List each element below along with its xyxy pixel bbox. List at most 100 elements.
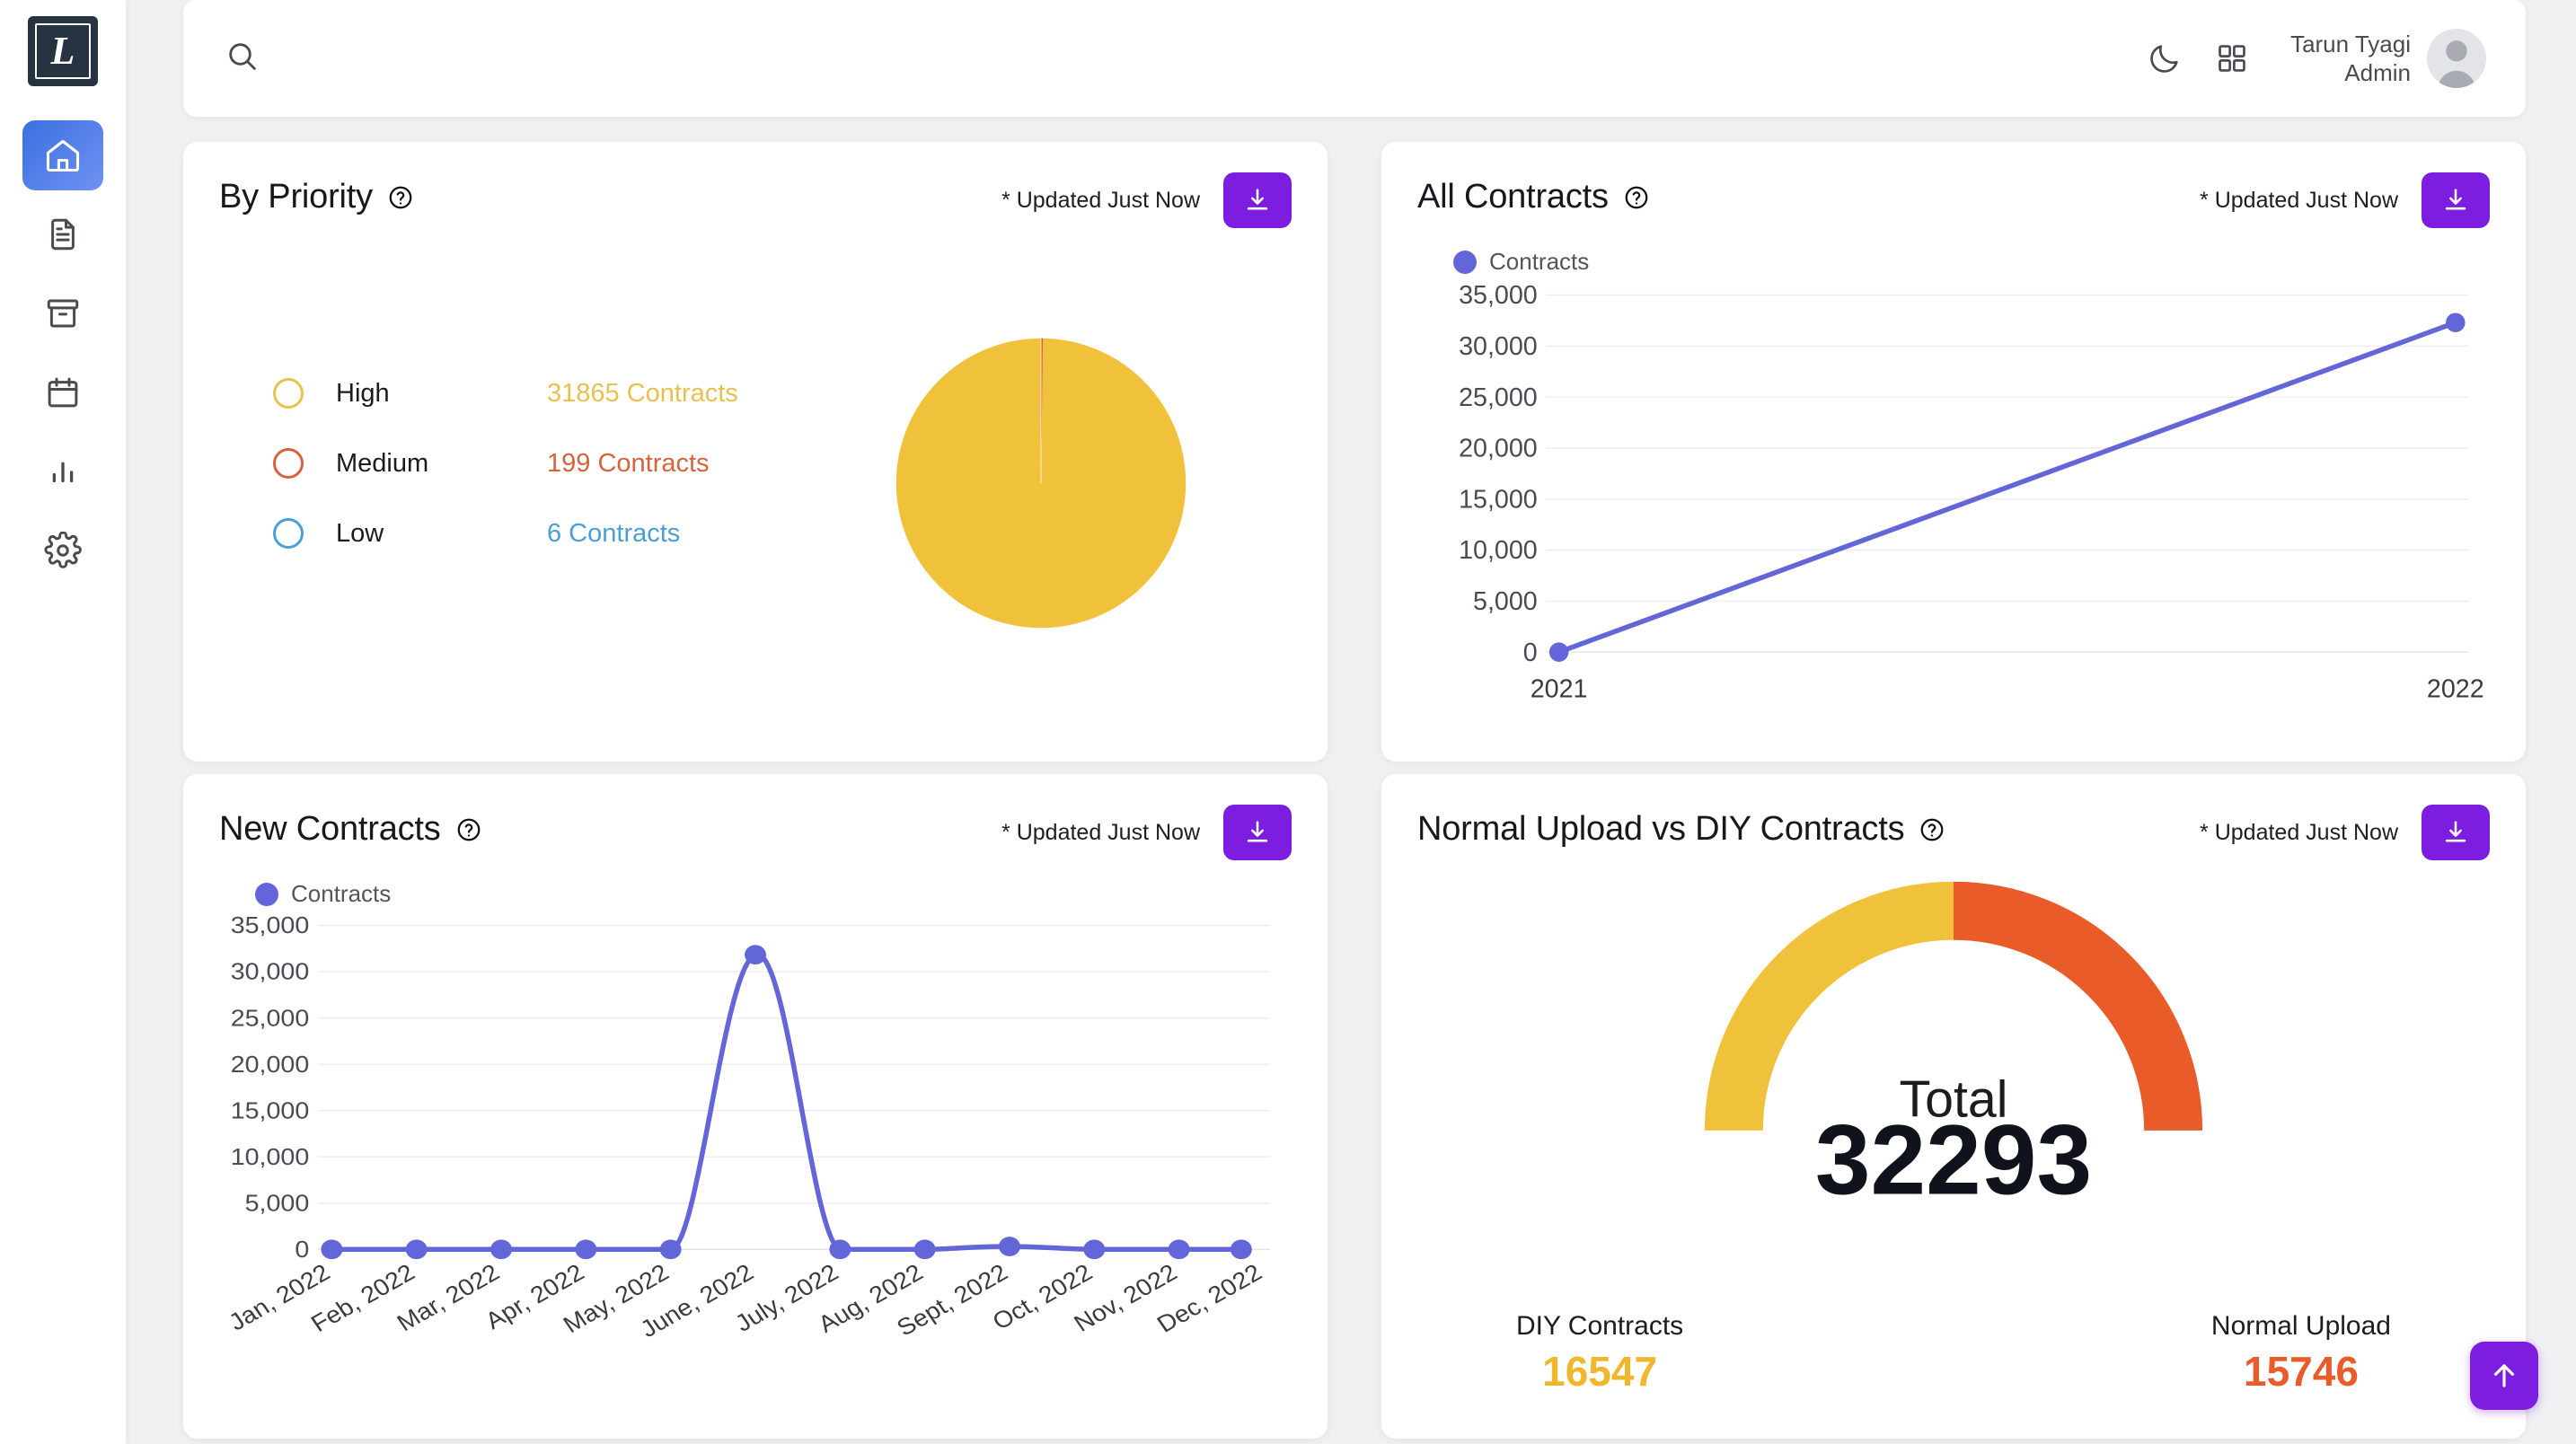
download-button[interactable] <box>2422 172 2490 228</box>
card-header: Normal Upload vs DIY Contracts * Updated… <box>1417 805 2490 860</box>
chart-legend[interactable]: Contracts <box>255 880 1292 908</box>
page-title-all-contracts: All Contracts <box>1417 178 1609 216</box>
data-series-contracts <box>321 945 1252 1260</box>
svg-text:15,000: 15,000 <box>231 1097 310 1124</box>
legend-ring-medium <box>273 448 304 479</box>
download-icon <box>2445 189 2466 210</box>
all-contracts-chart[interactable]: 35,000 30,000 25,000 20,000 15,000 10,00… <box>1417 276 2490 738</box>
download-button[interactable] <box>1223 172 1292 228</box>
svg-text:30,000: 30,000 <box>231 958 310 985</box>
card-title-wrap: All Contracts <box>1417 172 1650 216</box>
chart-legend[interactable]: Contracts <box>1453 248 2490 276</box>
card-header: By Priority * Updated Just Now <box>219 172 1292 228</box>
main-content: Tarun Tyagi Admin By Priority * Updated … <box>126 0 2576 1444</box>
bar-chart-icon <box>44 453 82 490</box>
sidebar-item-home[interactable] <box>22 120 103 190</box>
svg-text:35,000: 35,000 <box>1459 281 1538 310</box>
pie-chart-svg <box>895 338 1187 629</box>
download-icon <box>1247 189 1268 210</box>
updated-status: * Updated Just Now <box>2200 819 2398 845</box>
svg-text:20,000: 20,000 <box>231 1051 310 1078</box>
legend-label: Low <box>336 518 384 548</box>
download-icon <box>2445 821 2466 842</box>
card-title-wrap: By Priority <box>219 172 414 216</box>
gauge-stat-value: 15746 <box>2243 1348 2359 1395</box>
help-circle-icon[interactable] <box>1919 816 1945 843</box>
svg-text:20,000: 20,000 <box>1459 435 1538 463</box>
download-icon <box>1247 821 1268 842</box>
grid-icon[interactable] <box>2215 41 2249 75</box>
sidebar-item-calendar[interactable] <box>22 357 103 427</box>
card-header: New Contracts * Updated Just Now <box>219 805 1292 860</box>
scroll-to-top-button[interactable] <box>2470 1342 2538 1410</box>
gauge-stat-diy: DIY Contracts 16547 <box>1516 1311 1683 1396</box>
sidebar-item-settings[interactable] <box>22 515 103 586</box>
svg-text:2021: 2021 <box>1531 674 1588 703</box>
svg-text:0: 0 <box>1523 638 1538 667</box>
svg-text:10,000: 10,000 <box>1459 536 1538 565</box>
archive-icon <box>44 295 82 332</box>
card-new-contracts: New Contracts * Updated Just Now Contrac… <box>183 774 1328 1439</box>
search-input[interactable] <box>277 44 2148 73</box>
gauge-stat-label: DIY Contracts <box>1516 1311 1684 1341</box>
legend-dot-contracts <box>1453 250 1477 274</box>
x-axis-labels: Jan, 2022 Feb, 2022 Mar, 2022 Apr, 2022 … <box>224 1259 1266 1343</box>
gauge-body: Total 32293 DIY Contracts 16547 Normal U… <box>1417 860 2490 1415</box>
page-title-new-contracts: New Contracts <box>219 810 441 848</box>
help-circle-icon[interactable] <box>387 184 414 211</box>
svg-text:25,000: 25,000 <box>231 1005 310 1032</box>
data-point <box>575 1239 597 1260</box>
svg-text:10,000: 10,000 <box>231 1143 310 1170</box>
legend-label: High <box>336 378 390 408</box>
svg-text:15,000: 15,000 <box>1459 485 1538 514</box>
list-item[interactable]: Medium 199 Contracts <box>273 448 848 479</box>
data-point <box>490 1239 512 1260</box>
card-header-actions: * Updated Just Now <box>1001 172 1292 228</box>
app-logo-letter: L <box>35 23 91 79</box>
arrow-up-icon <box>2493 1364 2515 1387</box>
updated-status: * Updated Just Now <box>1001 819 1200 845</box>
gauge-stat-label: Normal Upload <box>2210 1311 2391 1341</box>
user-menu[interactable]: Tarun Tyagi Admin <box>2290 29 2486 88</box>
search-icon[interactable] <box>225 39 260 79</box>
help-circle-icon[interactable] <box>455 816 482 843</box>
data-point <box>829 1239 851 1260</box>
sidebar-item-analytics[interactable] <box>22 436 103 506</box>
list-item[interactable]: Low 6 Contracts <box>273 518 848 549</box>
card-normal-vs-diy: Normal Upload vs DIY Contracts * Updated… <box>1381 774 2526 1439</box>
data-point <box>999 1237 1020 1256</box>
data-point <box>913 1239 936 1260</box>
x-axis-labels: 2021 2022 <box>1531 674 2484 703</box>
data-point <box>745 945 766 965</box>
avatar-icon <box>2437 40 2476 88</box>
all-contracts-chart-svg: 35,000 30,000 25,000 20,000 15,000 10,00… <box>1459 281 2484 703</box>
legend-value: 199 Contracts <box>547 448 710 478</box>
updated-status: * Updated Just Now <box>2200 187 2398 213</box>
data-point <box>1548 642 1569 662</box>
updated-status: * Updated Just Now <box>1001 187 1200 213</box>
user-name: Tarun Tyagi <box>2290 30 2411 57</box>
search-container <box>225 39 2148 79</box>
gauge-chart-svg: Total 32293 <box>1704 881 2203 1216</box>
card-header: All Contracts * Updated Just Now <box>1417 172 2490 228</box>
dashboard-grid: By Priority * Updated Just Now High 3186… <box>126 117 2576 1444</box>
svg-text:5,000: 5,000 <box>1473 587 1538 616</box>
gridlines <box>1546 294 2469 653</box>
sidebar-item-documents[interactable] <box>22 199 103 269</box>
card-title-wrap: New Contracts <box>219 805 482 849</box>
list-item[interactable]: High 31865 Contracts <box>273 378 848 409</box>
app-logo[interactable]: L <box>28 16 98 86</box>
topbar-actions: Tarun Tyagi Admin <box>2147 29 2486 88</box>
moon-icon[interactable] <box>2147 40 2183 76</box>
help-circle-icon[interactable] <box>1623 184 1650 211</box>
legend-label: Contracts <box>291 880 392 907</box>
gauge-chart[interactable]: Total 32293 <box>1417 860 2490 1311</box>
gauge-footer: DIY Contracts 16547 Normal Upload 15746 <box>1417 1311 2490 1415</box>
calendar-icon <box>44 374 82 411</box>
avatar[interactable] <box>2427 29 2486 88</box>
new-contracts-chart[interactable]: 35,000 30,000 25,000 20,000 15,000 10,00… <box>219 908 1292 1415</box>
download-button[interactable] <box>2422 805 2490 860</box>
sidebar-item-archive[interactable] <box>22 278 103 348</box>
pie-chart[interactable] <box>848 290 1292 676</box>
download-button[interactable] <box>1223 805 1292 860</box>
